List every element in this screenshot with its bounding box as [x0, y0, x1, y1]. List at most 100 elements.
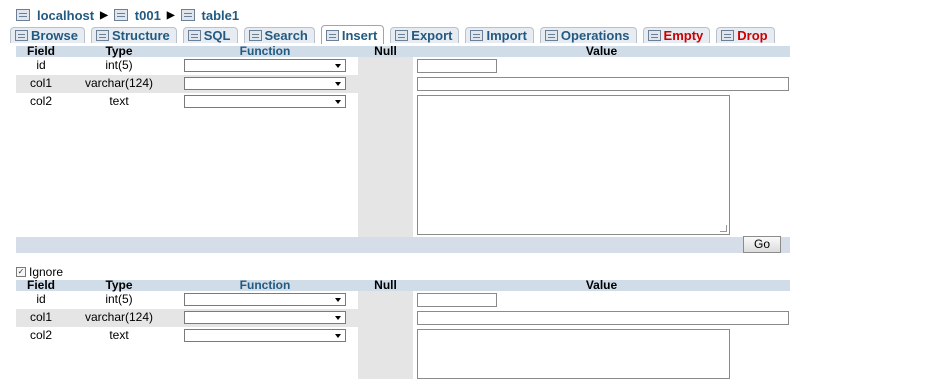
export-icon — [395, 30, 409, 41]
tab-search[interactable]: Search — [243, 27, 315, 43]
tab-label: Insert — [341, 27, 378, 43]
tab-import[interactable]: Import — [465, 27, 534, 43]
resize-handle-icon[interactable] — [720, 225, 727, 232]
function-select[interactable] — [184, 77, 346, 90]
function-select[interactable] — [184, 59, 346, 72]
server-icon — [16, 9, 30, 21]
drop-icon — [721, 30, 735, 41]
header-type: Type — [66, 45, 172, 57]
table-icon — [180, 9, 195, 21]
field-type: text — [109, 328, 129, 342]
chevron-down-icon — [335, 100, 341, 104]
header-field: Field — [16, 45, 66, 57]
chevron-down-icon — [335, 334, 341, 338]
ignore-checkbox[interactable]: ✓ — [16, 267, 26, 277]
field-name: id — [36, 292, 46, 306]
header-null: Null — [358, 45, 413, 57]
search-icon — [248, 30, 262, 41]
tab-operations[interactable]: Operations — [539, 27, 637, 43]
header-value: Value — [413, 279, 790, 291]
insert-icon — [325, 29, 339, 41]
field-type: int(5) — [105, 292, 133, 306]
table-row: col2 text — [16, 327, 790, 379]
sql-icon — [187, 30, 201, 41]
null-cell — [358, 291, 413, 309]
tab-label: Empty — [663, 28, 704, 43]
import-icon — [470, 30, 484, 41]
value-input-id[interactable] — [417, 293, 497, 307]
browse-icon — [15, 30, 28, 41]
tab-empty[interactable]: Empty — [642, 27, 711, 43]
tab-export[interactable]: Export — [390, 27, 460, 43]
database-icon — [113, 9, 128, 21]
tab-label: Export — [411, 28, 453, 43]
header-value: Value — [413, 45, 790, 57]
table-row: col1 varchar(124) — [16, 75, 790, 93]
tab-label: Browse — [31, 28, 78, 43]
table-row: id int(5) — [16, 291, 790, 309]
tab-bar: Browse Structure SQL Search Insert Expor… — [10, 25, 936, 45]
null-cell — [358, 309, 413, 327]
field-type: varchar(124) — [84, 310, 154, 324]
chevron-down-icon — [335, 82, 341, 86]
go-button[interactable]: Go — [743, 236, 781, 253]
header-null: Null — [358, 279, 413, 291]
field-name: col2 — [29, 94, 52, 108]
tab-structure[interactable]: Structure — [90, 27, 177, 43]
null-cell — [358, 93, 413, 237]
breadcrumb-database[interactable]: t001 — [135, 8, 161, 23]
tab-drop[interactable]: Drop — [716, 27, 775, 43]
tab-label: Drop — [737, 28, 768, 43]
function-select[interactable] — [184, 329, 346, 342]
chevron-down-icon — [335, 298, 341, 302]
breadcrumb-separator-icon: ▶ — [100, 9, 108, 21]
empty-icon — [647, 30, 661, 41]
tab-browse[interactable]: Browse — [10, 27, 85, 43]
insert-table-2: Field Type Function Null Value id int(5)… — [16, 279, 790, 379]
function-select[interactable] — [184, 293, 346, 306]
insert-table-1: Field Type Function Null Value id int(5)… — [16, 45, 790, 253]
value-input-col1[interactable] — [417, 77, 789, 91]
breadcrumb-table[interactable]: table1 — [202, 8, 240, 23]
breadcrumb-server[interactable]: localhost — [37, 8, 94, 23]
form-footer — [16, 237, 790, 253]
field-type: int(5) — [105, 58, 133, 72]
breadcrumb-separator-icon: ▶ — [166, 9, 175, 21]
field-name: id — [36, 58, 46, 72]
tab-label: SQL — [203, 28, 231, 43]
tab-label: Import — [486, 28, 527, 43]
field-type: text — [109, 94, 129, 108]
value-input-id[interactable] — [417, 59, 497, 73]
header-function: Function — [172, 279, 358, 291]
table-row: col1 varchar(124) — [16, 309, 790, 327]
field-name: col2 — [29, 328, 52, 342]
tab-sql[interactable]: SQL — [182, 27, 238, 43]
tab-label: Operations — [560, 28, 630, 43]
tab-label: Search — [264, 28, 308, 43]
operations-icon — [544, 30, 558, 41]
header-type: Type — [66, 279, 172, 291]
value-input-col1[interactable] — [417, 311, 789, 325]
chevron-down-icon — [335, 64, 341, 68]
ignore-checkbox-row: ✓ Ignore — [16, 265, 63, 279]
ignore-label: Ignore — [29, 265, 64, 279]
null-cell — [358, 75, 413, 93]
header-field: Field — [16, 279, 66, 291]
function-select[interactable] — [184, 95, 346, 108]
tab-label: Structure — [111, 28, 170, 43]
chevron-down-icon — [335, 316, 341, 320]
null-cell — [358, 57, 413, 75]
table-row: col2 text — [16, 93, 790, 237]
function-select[interactable] — [184, 311, 346, 324]
value-textarea-col2[interactable] — [417, 329, 730, 379]
field-name: col1 — [29, 76, 52, 90]
header-function: Function — [172, 45, 358, 57]
structure-icon — [95, 30, 109, 41]
value-textarea-col2[interactable] — [417, 95, 730, 235]
breadcrumb: localhost ▶ t001 ▶ table1 — [16, 6, 239, 24]
null-cell — [358, 327, 413, 379]
table-row: id int(5) — [16, 57, 790, 75]
tab-insert[interactable]: Insert — [320, 25, 385, 44]
field-type: varchar(124) — [84, 76, 154, 90]
field-name: col1 — [29, 310, 52, 324]
